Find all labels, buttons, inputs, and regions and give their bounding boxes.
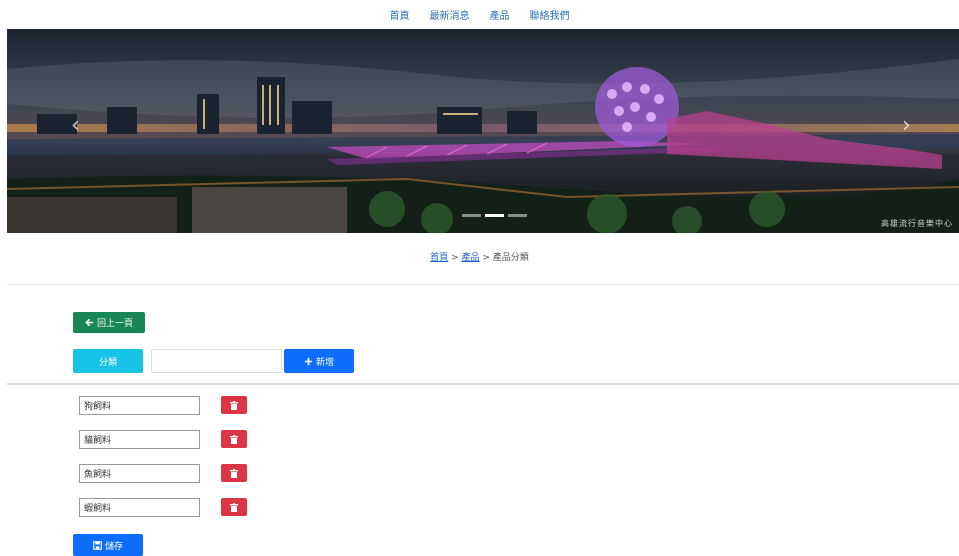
save-button[interactable]: 儲存 [73,534,143,556]
delete-button[interactable] [221,498,247,516]
breadcrumb-home-link[interactable]: 首頁 [430,253,448,263]
divider [7,284,959,285]
nav-news-link[interactable]: 最新消息 [430,7,470,22]
breadcrumb: 首頁 > 產品 > 產品分類 [0,250,959,263]
divider [7,383,959,385]
trash-icon [230,434,238,444]
add-category-button[interactable]: 新增 [284,349,354,373]
category-label-button[interactable]: 分類 [73,349,143,373]
add-button-label: 新增 [315,357,334,368]
breadcrumb-separator: > [482,253,490,263]
breadcrumb-separator: > [451,253,459,263]
save-button-label: 儲存 [104,541,123,552]
nav-contact-link[interactable]: 聯絡我們 [530,7,570,22]
trash-icon [230,400,238,410]
top-nav: 首頁 最新消息 產品 聯絡我們 [0,0,959,29]
carousel-indicators [462,214,527,217]
nav-products-link[interactable]: 產品 [490,7,510,22]
carousel-prev-icon[interactable]: ‹ [71,115,80,137]
back-button-label: 回上一頁 [96,319,133,329]
breadcrumb-product-link[interactable]: 產品 [461,253,479,263]
floppy-disk-icon [93,540,102,550]
breadcrumb-current: 產品分類 [492,253,529,263]
nav-home-link[interactable]: 首頁 [390,7,410,22]
plus-icon [304,357,313,365]
category-item-field[interactable] [79,430,200,449]
carousel-indicator-active[interactable] [485,214,504,217]
trash-icon [230,502,238,512]
back-button[interactable]: 回上一頁 [73,312,145,333]
delete-button[interactable] [221,396,247,414]
carousel-indicator[interactable] [462,214,481,217]
arrow-left-icon [85,318,94,327]
category-item-field[interactable] [79,464,200,483]
carousel-indicator[interactable] [508,214,527,217]
category-item-field[interactable] [79,396,200,415]
category-input[interactable] [151,349,282,373]
hero-caption: 高雄流行音樂中心 [881,219,953,228]
carousel-next-icon[interactable]: › [902,115,911,137]
category-item-field[interactable] [79,498,200,517]
delete-button[interactable] [221,464,247,482]
hero-carousel: ‹ › 高雄流行音樂中心 [7,29,959,233]
delete-button[interactable] [221,430,247,448]
trash-icon [230,468,238,478]
hero-image [7,29,959,233]
